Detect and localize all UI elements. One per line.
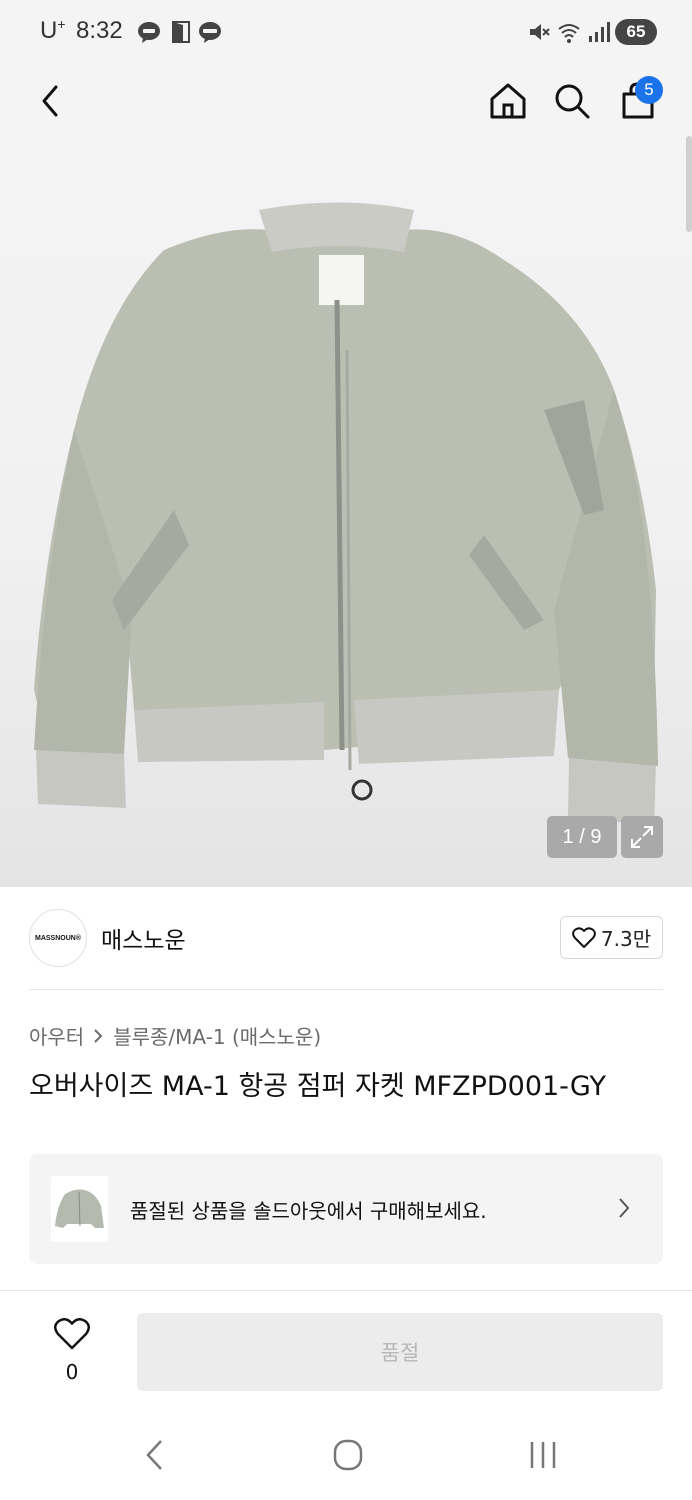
heart-icon — [54, 1317, 90, 1350]
brand-like-button[interactable]: 7.3만 — [560, 916, 663, 959]
system-home-icon[interactable] — [333, 1438, 363, 1472]
product-title: 오버사이즈 MA-1 항공 점퍼 자켓 MFZPD001-GY — [29, 1071, 606, 1102]
soldout-purchase-button[interactable]: 품절 — [137, 1313, 663, 1391]
brand-like-count: 7.3만 — [600, 927, 652, 951]
kakaotalk-icon — [199, 22, 221, 43]
line-app-icon — [138, 22, 160, 43]
breadcrumb: 아우터 블루종/MA-1 (매스노운) — [29, 1021, 321, 1050]
soldout-banner-text: 품절된 상품을 솔드아웃에서 구매해보세요. — [130, 1199, 487, 1223]
expand-image-button[interactable] — [621, 816, 663, 858]
cart-count-badge: 5 — [635, 76, 663, 104]
system-recents-icon[interactable] — [528, 1438, 558, 1472]
system-back-icon[interactable] — [143, 1438, 167, 1472]
status-bar: U+ 8:32 65 — [0, 0, 692, 64]
divider — [0, 1290, 692, 1291]
wishlist-count: 0 — [65, 1360, 79, 1384]
search-button[interactable] — [549, 78, 595, 124]
heart-icon — [572, 926, 596, 948]
search-icon — [555, 84, 590, 119]
back-button[interactable] — [28, 78, 74, 124]
signal-icon — [589, 22, 610, 42]
chevron-right-icon — [94, 1028, 103, 1043]
system-navigation-bar — [0, 1410, 692, 1500]
door-icon — [172, 21, 190, 43]
wifi-icon — [558, 24, 580, 43]
product-image-jacket[interactable] — [24, 190, 674, 830]
product-gallery[interactable]: 5 1 / 9 — [0, 64, 692, 887]
battery-indicator: 65 — [615, 19, 657, 45]
status-time: 8:32 — [76, 17, 123, 44]
wishlist-button[interactable] — [53, 1317, 91, 1355]
soldout-thumbnail — [51, 1176, 108, 1242]
chevron-left-icon — [42, 85, 58, 117]
expand-icon — [631, 826, 653, 848]
brand-name[interactable]: 매스노운 — [101, 921, 186, 955]
brand-logo[interactable]: MASSNOUN® — [29, 909, 87, 967]
image-page-counter: 1 / 9 — [547, 816, 617, 858]
divider — [29, 989, 663, 990]
scrollbar[interactable] — [686, 136, 692, 232]
brand-logo-text: MASSNOUN® — [35, 934, 81, 942]
home-button[interactable] — [485, 78, 531, 124]
home-icon — [490, 83, 526, 119]
carrier-label: U+ — [40, 16, 66, 44]
soldout-banner[interactable]: 품절된 상품을 솔드아웃에서 구매해보세요. — [29, 1154, 663, 1264]
breadcrumb-subcategory[interactable]: 블루종/MA-1 (매스노운) — [113, 1021, 321, 1050]
mute-icon — [530, 24, 550, 40]
breadcrumb-category[interactable]: 아우터 — [29, 1021, 84, 1050]
chevron-right-icon — [619, 1198, 630, 1218]
